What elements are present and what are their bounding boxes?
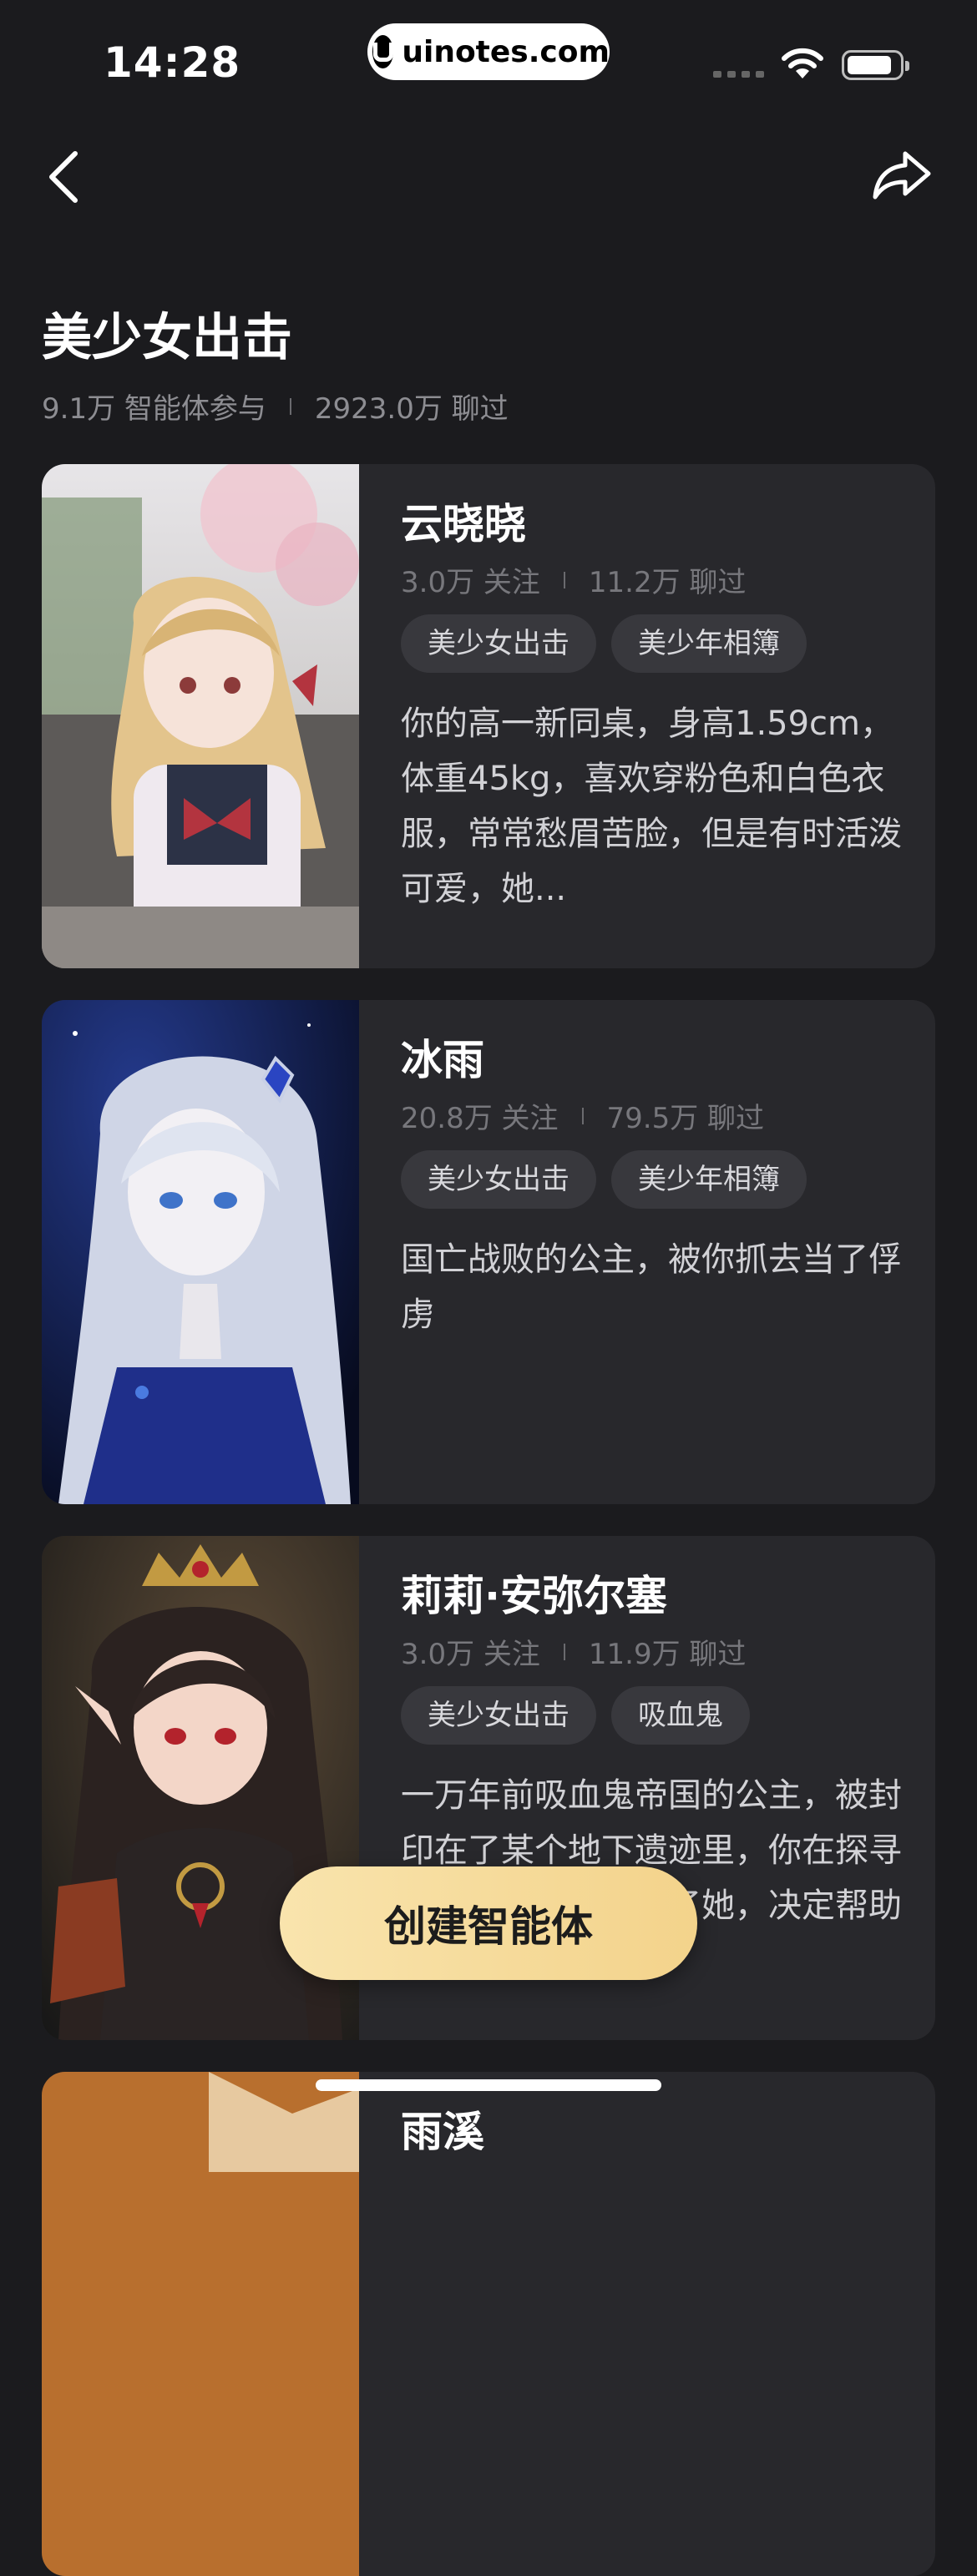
stats-divider (563, 1643, 565, 1660)
share-icon[interactable] (868, 145, 935, 205)
stats-divider (563, 571, 565, 588)
agent-name: 莉莉·安弥尔塞 (401, 1572, 667, 1620)
agent-chats: 11.2万 聊过 (588, 566, 747, 599)
home-indicator (316, 2079, 661, 2091)
cellular-signal-icon (713, 71, 764, 78)
agent-stats: 3.0万 关注 11.2万 聊过 (401, 559, 746, 600)
tag-chip[interactable]: 吸血鬼 (611, 1686, 750, 1745)
create-agent-button[interactable]: 创建智能体 (280, 1866, 697, 1980)
agent-avatar-image (42, 2072, 359, 2576)
stats-divider (581, 1107, 584, 1124)
agent-description: 国亡战败的公主，被你抓去当了俘虏 (401, 1240, 902, 1334)
chat-count: 2923.0万 聊过 (314, 392, 509, 426)
agent-stats: 3.0万 关注 11.9万 聊过 (401, 1631, 746, 1672)
tag-chip[interactable]: 美少女出击 (401, 1150, 596, 1209)
agent-chats: 11.9万 聊过 (588, 1638, 747, 1671)
tag-chip[interactable]: 美少年相簿 (611, 1150, 807, 1209)
wifi-icon (782, 48, 823, 78)
agent-stats: 20.8万 关注 79.5万 聊过 (401, 1095, 764, 1136)
stats-divider (289, 397, 291, 415)
page-title: 美少女出击 (42, 309, 292, 367)
agent-tags: 美少女出击 美少年相簿 (401, 1150, 807, 1209)
watermark-text: uinotes.com (402, 34, 610, 69)
agent-followers: 3.0万 关注 (401, 1638, 540, 1671)
battery-icon (842, 50, 909, 80)
agent-tags: 美少女出击 美少年相簿 (401, 614, 807, 673)
watermark-badge: uinotes.com (367, 23, 610, 80)
agent-card[interactable]: 云晓晓 3.0万 关注 11.2万 聊过 美少女出击 美少年相簿 你的高一新同桌… (42, 464, 935, 968)
agent-avatar-image (42, 464, 359, 968)
tag-chip[interactable]: 美少女出击 (401, 1686, 596, 1745)
tag-chip[interactable]: 美少年相簿 (611, 614, 807, 673)
agent-name: 雨溪 (401, 2108, 484, 2156)
agent-card[interactable]: 雨溪 (42, 2072, 935, 2576)
agent-avatar-image (42, 1000, 359, 1504)
agent-followers: 20.8万 关注 (401, 1102, 559, 1135)
topic-stats: 9.1万 智能体参与 2923.0万 聊过 (42, 386, 509, 427)
status-time: 14:28 (104, 38, 241, 87)
agent-tags: 美少女出击 吸血鬼 (401, 1686, 750, 1745)
agent-name: 云晓晓 (401, 500, 526, 548)
agent-description: 你的高一新同桌，身高1.59cm，体重45kg，喜欢穿粉色和白色衣服，常常愁眉苦… (401, 705, 902, 908)
back-arrow-icon[interactable] (42, 147, 85, 207)
status-bar: 14:28 uinotes.com (0, 0, 977, 109)
agent-card[interactable]: 冰雨 20.8万 关注 79.5万 聊过 美少女出击 美少年相簿 国亡战败的公主… (42, 1000, 935, 1504)
agent-chats: 79.5万 聊过 (606, 1102, 765, 1135)
agent-name: 冰雨 (401, 1036, 484, 1084)
participants-count: 9.1万 智能体参与 (42, 392, 266, 426)
agent-followers: 3.0万 关注 (401, 566, 540, 599)
watermark-logo-icon (372, 35, 394, 68)
tag-chip[interactable]: 美少女出击 (401, 614, 596, 673)
